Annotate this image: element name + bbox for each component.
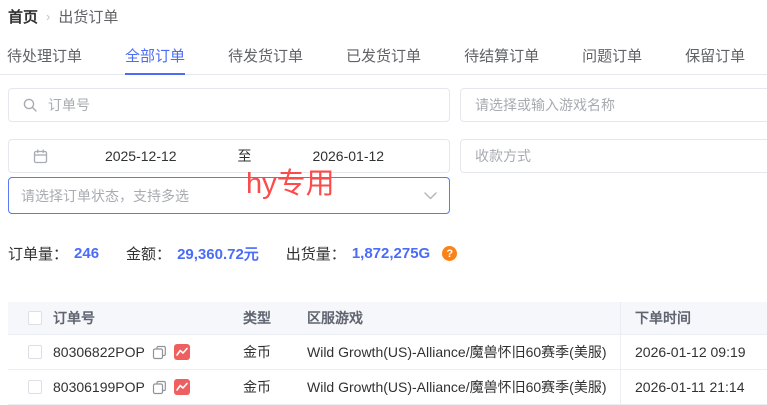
tab-problem[interactable]: 问题订单 bbox=[582, 45, 642, 74]
table-row: 80306822POP 金币 Wild Growth(US)-Alliance/… bbox=[8, 335, 767, 370]
order-number-input[interactable] bbox=[46, 96, 439, 114]
date-range-separator: 至 bbox=[234, 146, 256, 166]
game-name-input-wrap[interactable] bbox=[460, 88, 767, 122]
column-header-type: 类型 bbox=[235, 308, 299, 328]
row-checkbox[interactable] bbox=[28, 380, 42, 394]
price-trend-icon[interactable] bbox=[174, 344, 190, 360]
breadcrumb-separator-icon: › bbox=[46, 9, 50, 24]
column-header-time: 下单时间 bbox=[620, 302, 767, 334]
row-checkbox-cell bbox=[8, 380, 45, 394]
order-management-page: { "breadcrumb": { "home": "首页", "separat… bbox=[0, 0, 767, 401]
row-checkbox-cell bbox=[8, 345, 45, 359]
order-type-cell: 金币 bbox=[235, 377, 299, 397]
column-header-game: 区服游戏 bbox=[299, 308, 620, 328]
breadcrumb-current: 出货订单 bbox=[58, 6, 118, 27]
tab-to-settle[interactable]: 待结算订单 bbox=[464, 45, 539, 74]
date-range-picker[interactable]: 2025-12-12 至 2026-01-12 bbox=[8, 139, 450, 173]
order-status-placeholder: 请选择订单状态，支持多选 bbox=[21, 186, 189, 206]
price-trend-icon[interactable] bbox=[174, 379, 190, 395]
order-number-input-wrap[interactable] bbox=[8, 88, 450, 122]
tab-to-ship[interactable]: 待发货订单 bbox=[228, 45, 303, 74]
order-type-cell: 金币 bbox=[235, 342, 299, 362]
date-end-value[interactable]: 2026-01-12 bbox=[256, 148, 442, 164]
order-no-text: 80306822POP bbox=[53, 344, 145, 360]
order-time-cell: 2026-01-11 21:14 bbox=[620, 370, 767, 404]
shipment-label: 出货量： bbox=[286, 243, 346, 264]
order-no-cell: 80306199POP bbox=[45, 379, 235, 395]
orders-table: 订单号 类型 区服游戏 下单时间 80306822POP 金币 Wild Gro… bbox=[8, 302, 767, 405]
order-no-cell: 80306822POP bbox=[45, 344, 235, 360]
help-icon[interactable]: ? bbox=[442, 246, 457, 261]
payment-method-input-wrap[interactable] bbox=[460, 139, 767, 173]
game-server-cell: Wild Growth(US)-Alliance/魔兽怀旧60赛季(美服) bbox=[299, 342, 620, 362]
search-icon bbox=[23, 98, 37, 112]
copy-icon[interactable] bbox=[152, 345, 167, 360]
date-start-value[interactable]: 2025-12-12 bbox=[48, 148, 234, 164]
hy-annotation-watermark: hy专用 bbox=[246, 169, 335, 201]
select-all-checkbox[interactable] bbox=[28, 311, 42, 325]
tab-reserved[interactable]: 保留订单 bbox=[685, 45, 745, 74]
amount-label: 金额： bbox=[126, 243, 171, 264]
tab-all-orders[interactable]: 全部订单 bbox=[125, 45, 185, 75]
game-server-cell: Wild Growth(US)-Alliance/魔兽怀旧60赛季(美服) bbox=[299, 377, 620, 397]
summary-stats: 订单量： 246 金额： 29,360.72元 出货量： 1,872,275G … bbox=[8, 243, 457, 264]
order-status-select[interactable]: 请选择订单状态，支持多选 bbox=[8, 177, 450, 214]
copy-icon[interactable] bbox=[152, 380, 167, 395]
column-header-order-no: 订单号 bbox=[45, 308, 235, 328]
order-time-cell: 2026-01-12 09:19 bbox=[620, 335, 767, 369]
game-name-input[interactable] bbox=[473, 96, 767, 114]
calendar-icon bbox=[33, 149, 48, 164]
breadcrumb-home[interactable]: 首页 bbox=[8, 6, 38, 27]
table-row: 80306199POP 金币 Wild Growth(US)-Alliance/… bbox=[8, 370, 767, 405]
shipment-value: 1,872,275G bbox=[352, 245, 430, 262]
tab-shipped[interactable]: 已发货订单 bbox=[346, 45, 421, 74]
amount-value: 29,360.72元 bbox=[177, 243, 259, 264]
order-count-value: 246 bbox=[74, 245, 99, 262]
order-count-label: 订单量： bbox=[8, 243, 68, 264]
header-checkbox-cell bbox=[8, 311, 45, 325]
table-header-row: 订单号 类型 区服游戏 下单时间 bbox=[8, 302, 767, 335]
order-no-text: 80306199POP bbox=[53, 379, 145, 395]
order-tabs: 待处理订单 全部订单 待发货订单 已发货订单 待结算订单 问题订单 保留订单 bbox=[0, 45, 767, 75]
chevron-down-icon bbox=[424, 192, 437, 200]
tab-pending[interactable]: 待处理订单 bbox=[7, 45, 82, 74]
breadcrumb: 首页 › 出货订单 bbox=[8, 6, 118, 27]
row-checkbox[interactable] bbox=[28, 345, 42, 359]
payment-method-input[interactable] bbox=[473, 147, 767, 165]
